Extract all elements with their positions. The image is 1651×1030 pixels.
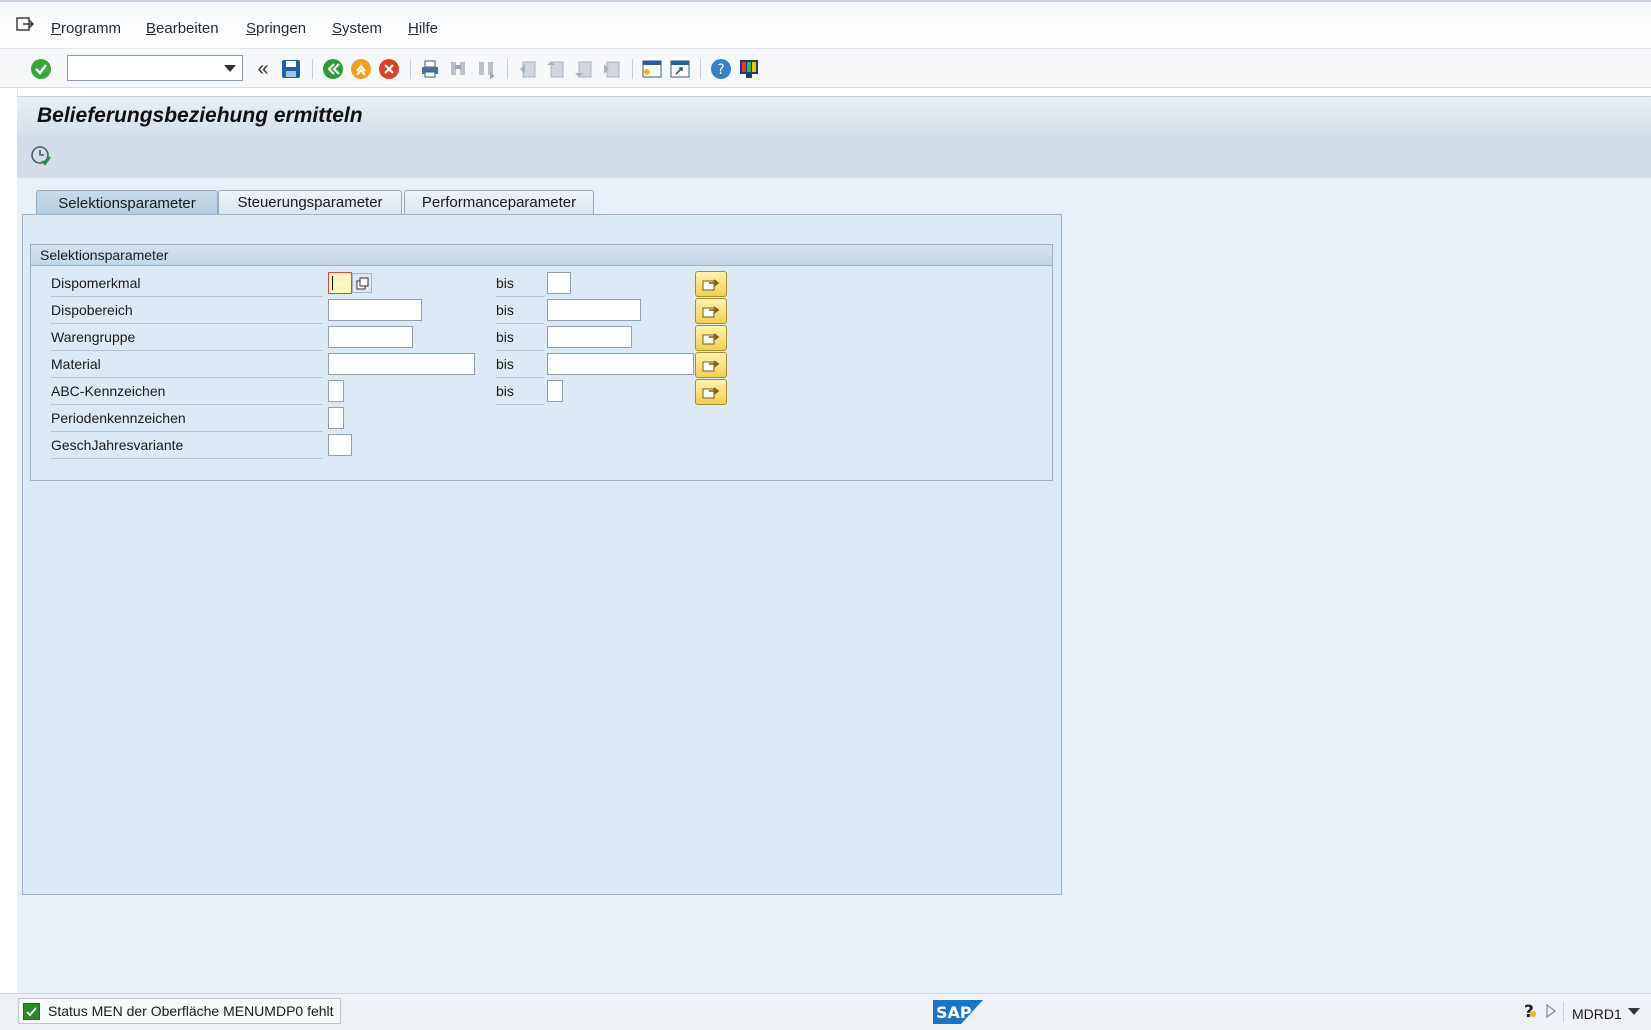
label-bis-5: bis xyxy=(496,380,544,405)
new-session-icon[interactable] xyxy=(640,57,664,81)
last-page-icon[interactable] xyxy=(599,57,623,81)
label-abc-kennzeichen: ABC-Kennzeichen xyxy=(51,380,323,405)
system-info: MDRD1 xyxy=(1572,1006,1622,1022)
next-page-icon[interactable] xyxy=(571,57,595,81)
label-dispobereich: Dispobereich xyxy=(51,299,323,324)
label-bis-2: bis xyxy=(496,299,544,324)
multiple-selection-icon xyxy=(702,387,720,399)
find-icon[interactable] xyxy=(446,57,470,81)
dispomerkmal-to-input[interactable] xyxy=(547,272,571,294)
help-status-icon[interactable]: ? xyxy=(1522,1002,1538,1023)
label-bis-3: bis xyxy=(496,326,544,351)
text-cursor xyxy=(332,276,333,290)
value-help-icon xyxy=(356,277,368,289)
multiple-selection-button-5[interactable] xyxy=(695,379,727,405)
status-expand-icon[interactable] xyxy=(1545,1003,1557,1021)
multiple-selection-icon xyxy=(702,333,720,345)
tab-performanceparameter[interactable]: Performanceparameter xyxy=(404,190,594,214)
dispomerkmal-from-input[interactable] xyxy=(328,272,352,294)
warengruppe-to-input[interactable] xyxy=(547,326,632,348)
application-toolbar xyxy=(17,136,1651,179)
label-geschjahresvariante: GeschJahresvariante xyxy=(51,434,323,459)
label-warengruppe: Warengruppe xyxy=(51,326,323,351)
menu-exit-icon[interactable] xyxy=(16,16,34,32)
multiple-selection-icon xyxy=(702,306,720,318)
label-material: Material xyxy=(51,353,323,378)
menu-system[interactable]: System xyxy=(332,20,382,37)
layout-icon[interactable] xyxy=(737,57,761,81)
value-help-button[interactable] xyxy=(352,273,372,293)
multiple-selection-button-1[interactable] xyxy=(695,271,727,297)
enter-icon[interactable] xyxy=(29,57,53,81)
menu-bar: Programm Bearbeiten Springen System Hilf… xyxy=(0,0,1651,48)
material-to-input[interactable] xyxy=(547,353,694,375)
help-icon[interactable]: ? xyxy=(709,57,733,81)
tab-steuerungsparameter[interactable]: Steuerungsparameter xyxy=(218,190,402,214)
multiple-selection-icon xyxy=(702,360,720,372)
group-title: Selektionsparameter xyxy=(31,245,1052,266)
label-bis-4: bis xyxy=(496,353,544,378)
print-icon[interactable] xyxy=(418,57,442,81)
previous-page-icon[interactable] xyxy=(543,57,567,81)
geschjahresvariante-input[interactable] xyxy=(328,434,352,456)
multiple-selection-icon xyxy=(702,279,720,291)
multiple-selection-button-3[interactable] xyxy=(695,325,727,351)
label-periodenkennzeichen: Periodenkennzeichen xyxy=(51,407,323,432)
dispobereich-to-input[interactable] xyxy=(547,299,641,321)
sap-logo: SAP xyxy=(933,1000,983,1024)
menu-springen[interactable]: Springen xyxy=(246,20,306,37)
label-bis-1: bis xyxy=(496,272,544,297)
save-icon[interactable] xyxy=(279,57,303,81)
multiple-selection-button-4[interactable] xyxy=(695,352,727,378)
menu-hilfe[interactable]: Hilfe xyxy=(408,20,438,37)
system-info-dropdown-icon[interactable] xyxy=(1628,1008,1640,1015)
abc-kennzeichen-from-input[interactable] xyxy=(328,380,344,402)
material-from-input[interactable] xyxy=(328,353,475,375)
command-field[interactable] xyxy=(67,55,243,81)
chevron-down-icon[interactable] xyxy=(224,65,236,72)
window-left-strip xyxy=(0,88,18,1029)
exit-icon[interactable] xyxy=(349,57,373,81)
menu-bearbeiten[interactable]: Bearbeiten xyxy=(146,20,219,37)
title-bar: Belieferungsbeziehung ermitteln xyxy=(17,96,1651,136)
dispobereich-from-input[interactable] xyxy=(328,299,422,321)
label-dispomerkmal: Dispomerkmal xyxy=(51,272,323,297)
svg-text:?: ? xyxy=(1524,1002,1534,1020)
expand-icon[interactable]: « xyxy=(251,57,275,81)
status-bar: Status MEN der Oberfläche MENUMDP0 fehlt… xyxy=(0,993,1651,1030)
status-text: Status MEN der Oberfläche MENUMDP0 fehlt xyxy=(48,1003,334,1019)
periodenkennzeichen-input[interactable] xyxy=(328,407,344,429)
first-page-icon[interactable] xyxy=(515,57,539,81)
success-check-icon xyxy=(23,1002,40,1020)
svg-text:SAP: SAP xyxy=(936,1003,972,1022)
status-message[interactable]: Status MEN der Oberfläche MENUMDP0 fehlt xyxy=(18,998,341,1024)
cancel-icon[interactable] xyxy=(377,57,401,81)
tab-selektionsparameter[interactable]: Selektionsparameter xyxy=(36,190,218,215)
shortcut-icon[interactable] xyxy=(668,57,692,81)
execute-icon[interactable] xyxy=(29,144,53,168)
page-title: Belieferungsbeziehung ermitteln xyxy=(37,104,363,127)
standard-toolbar: « ? xyxy=(0,48,1651,88)
back-icon[interactable] xyxy=(321,57,345,81)
svg-text:?: ? xyxy=(717,62,724,78)
find-next-icon[interactable] xyxy=(474,57,498,81)
warengruppe-from-input[interactable] xyxy=(328,326,413,348)
menu-programm[interactable]: Programm xyxy=(51,20,121,37)
multiple-selection-button-2[interactable] xyxy=(695,298,727,324)
abc-kennzeichen-to-input[interactable] xyxy=(547,380,563,402)
